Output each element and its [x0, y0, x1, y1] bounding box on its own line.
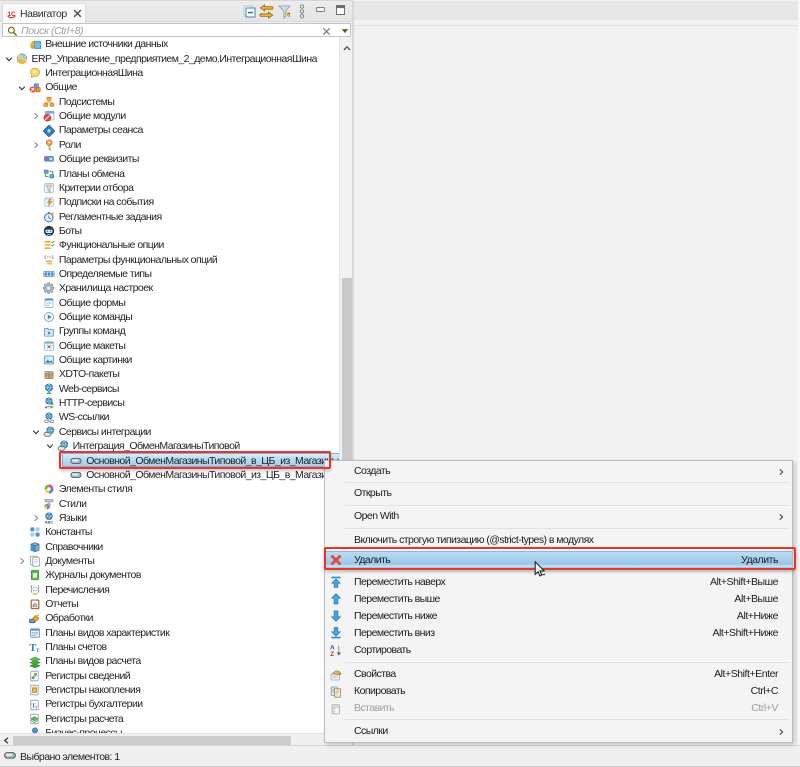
svg-text:HTTP: HTTP	[44, 406, 54, 410]
svg-text:т: т	[36, 645, 40, 653]
svg-text:Z: Z	[330, 651, 334, 656]
svg-text:ABC: ABC	[45, 519, 54, 524]
